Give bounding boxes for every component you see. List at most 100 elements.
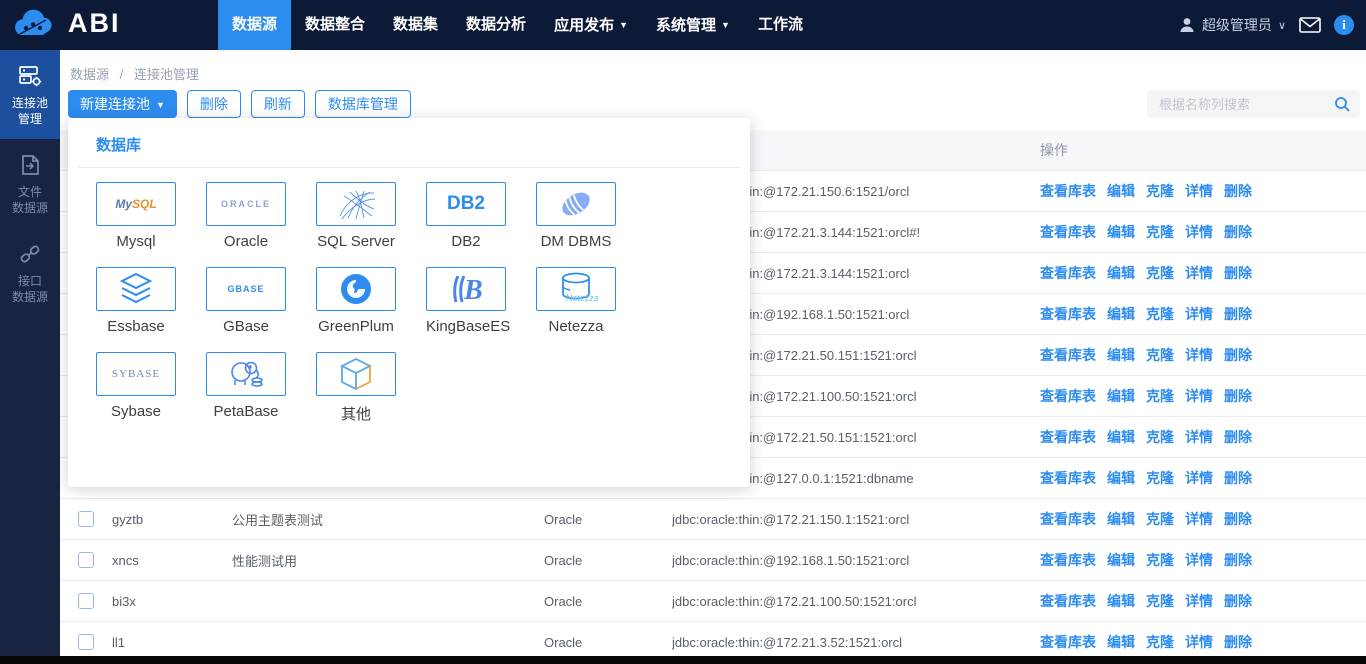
- db-tile-other[interactable]: 其他: [316, 352, 396, 424]
- db-tile-oracle[interactable]: ORACLE Oracle: [206, 182, 286, 250]
- action-details[interactable]: 详情: [1185, 429, 1213, 445]
- nav-item-app-publish[interactable]: 应用发布▼: [540, 0, 642, 50]
- row-checkbox[interactable]: [78, 511, 94, 527]
- action-edit[interactable]: 编辑: [1107, 183, 1135, 199]
- action-details[interactable]: 详情: [1185, 634, 1213, 650]
- action-details[interactable]: 详情: [1185, 265, 1213, 281]
- action-view-tables[interactable]: 查看库表: [1040, 347, 1096, 363]
- nav-item-system-manage[interactable]: 系统管理▼: [642, 0, 744, 50]
- panel-title: 数据库: [68, 118, 750, 155]
- db-tile-kingbase[interactable]: B KingBaseES: [426, 267, 506, 335]
- action-delete[interactable]: 删除: [1224, 224, 1252, 240]
- nav-item-data-integration[interactable]: 数据整合: [291, 0, 379, 50]
- search-icon[interactable]: [1334, 96, 1350, 112]
- action-delete[interactable]: 删除: [1224, 552, 1252, 568]
- action-view-tables[interactable]: 查看库表: [1040, 470, 1096, 486]
- action-clone[interactable]: 克隆: [1146, 429, 1174, 445]
- sidebar-item-file-datasource[interactable]: 文件数据源: [0, 139, 60, 228]
- action-delete[interactable]: 删除: [1224, 429, 1252, 445]
- action-clone[interactable]: 克隆: [1146, 265, 1174, 281]
- action-clone[interactable]: 克隆: [1146, 347, 1174, 363]
- action-view-tables[interactable]: 查看库表: [1040, 429, 1096, 445]
- nav-item-data-analysis[interactable]: 数据分析: [452, 0, 540, 50]
- action-edit[interactable]: 编辑: [1107, 511, 1135, 527]
- db-tile-db2[interactable]: DB2 DB2: [426, 182, 506, 250]
- info-icon[interactable]: i: [1334, 15, 1354, 35]
- action-view-tables[interactable]: 查看库表: [1040, 224, 1096, 240]
- action-details[interactable]: 详情: [1185, 388, 1213, 404]
- db-manage-button[interactable]: 数据库管理: [315, 90, 411, 118]
- action-edit[interactable]: 编辑: [1107, 224, 1135, 240]
- db-tile-gbase[interactable]: GBASE GBase: [206, 267, 286, 335]
- action-delete[interactable]: 删除: [1224, 183, 1252, 199]
- mail-icon[interactable]: [1299, 17, 1321, 33]
- action-edit[interactable]: 编辑: [1107, 634, 1135, 650]
- action-details[interactable]: 详情: [1185, 593, 1213, 609]
- action-edit[interactable]: 编辑: [1107, 265, 1135, 281]
- search-input[interactable]: [1147, 90, 1360, 118]
- nav-item-workflow[interactable]: 工作流: [744, 0, 817, 50]
- action-view-tables[interactable]: 查看库表: [1040, 511, 1096, 527]
- db-tile-greenplum[interactable]: GreenPlum: [316, 267, 396, 335]
- action-clone[interactable]: 克隆: [1146, 511, 1174, 527]
- action-clone[interactable]: 克隆: [1146, 470, 1174, 486]
- nav-item-dataset[interactable]: 数据集: [379, 0, 452, 50]
- db-tile-mysql[interactable]: MySQL Mysql: [96, 182, 176, 250]
- action-view-tables[interactable]: 查看库表: [1040, 265, 1096, 281]
- action-details[interactable]: 详情: [1185, 224, 1213, 240]
- refresh-button[interactable]: 刷新: [251, 90, 305, 118]
- action-delete[interactable]: 删除: [1224, 306, 1252, 322]
- db-tile-netezza[interactable]: Netezza Netezza: [536, 267, 616, 335]
- breadcrumb-datasource[interactable]: 数据源: [70, 67, 109, 82]
- nav-item-datasource[interactable]: 数据源: [218, 0, 291, 50]
- user-menu[interactable]: 超级管理员 ∨: [1178, 15, 1286, 35]
- action-edit[interactable]: 编辑: [1107, 306, 1135, 322]
- db-tile-sybase[interactable]: SYBASE Sybase: [96, 352, 176, 424]
- action-view-tables[interactable]: 查看库表: [1040, 388, 1096, 404]
- action-view-tables[interactable]: 查看库表: [1040, 593, 1096, 609]
- action-edit[interactable]: 编辑: [1107, 552, 1135, 568]
- action-edit[interactable]: 编辑: [1107, 593, 1135, 609]
- delete-button[interactable]: 删除: [187, 90, 241, 118]
- action-delete[interactable]: 删除: [1224, 511, 1252, 527]
- action-details[interactable]: 详情: [1185, 552, 1213, 568]
- action-delete[interactable]: 删除: [1224, 388, 1252, 404]
- new-pool-button[interactable]: 新建连接池▼: [68, 90, 177, 118]
- row-checkbox[interactable]: [78, 593, 94, 609]
- action-view-tables[interactable]: 查看库表: [1040, 306, 1096, 322]
- sidebar-item-api-datasource[interactable]: 接口数据源: [0, 228, 60, 317]
- sidebar-item-connection-pool[interactable]: 连接池管理: [0, 50, 60, 139]
- action-edit[interactable]: 编辑: [1107, 470, 1135, 486]
- action-edit[interactable]: 编辑: [1107, 429, 1135, 445]
- action-clone[interactable]: 克隆: [1146, 224, 1174, 240]
- action-delete[interactable]: 删除: [1224, 470, 1252, 486]
- action-clone[interactable]: 克隆: [1146, 306, 1174, 322]
- action-view-tables[interactable]: 查看库表: [1040, 634, 1096, 650]
- action-delete[interactable]: 删除: [1224, 347, 1252, 363]
- db-tile-dm-dbms[interactable]: DM DBMS: [536, 182, 616, 250]
- action-edit[interactable]: 编辑: [1107, 388, 1135, 404]
- row-name: bi3x: [112, 594, 232, 609]
- action-details[interactable]: 详情: [1185, 347, 1213, 363]
- action-details[interactable]: 详情: [1185, 183, 1213, 199]
- action-clone[interactable]: 克隆: [1146, 634, 1174, 650]
- db-tile-sqlserver[interactable]: SQL Server: [316, 182, 396, 250]
- action-details[interactable]: 详情: [1185, 306, 1213, 322]
- action-delete[interactable]: 删除: [1224, 634, 1252, 650]
- caret-down-icon: ▼: [721, 20, 730, 30]
- action-view-tables[interactable]: 查看库表: [1040, 183, 1096, 199]
- action-clone[interactable]: 克隆: [1146, 552, 1174, 568]
- action-clone[interactable]: 克隆: [1146, 388, 1174, 404]
- action-view-tables[interactable]: 查看库表: [1040, 552, 1096, 568]
- db-tile-petabase[interactable]: PetaBase: [206, 352, 286, 424]
- action-details[interactable]: 详情: [1185, 511, 1213, 527]
- action-edit[interactable]: 编辑: [1107, 347, 1135, 363]
- row-checkbox[interactable]: [78, 634, 94, 650]
- action-delete[interactable]: 删除: [1224, 593, 1252, 609]
- action-clone[interactable]: 克隆: [1146, 183, 1174, 199]
- row-checkbox[interactable]: [78, 552, 94, 568]
- db-tile-essbase[interactable]: Essbase: [96, 267, 176, 335]
- action-delete[interactable]: 删除: [1224, 265, 1252, 281]
- action-clone[interactable]: 克隆: [1146, 593, 1174, 609]
- action-details[interactable]: 详情: [1185, 470, 1213, 486]
